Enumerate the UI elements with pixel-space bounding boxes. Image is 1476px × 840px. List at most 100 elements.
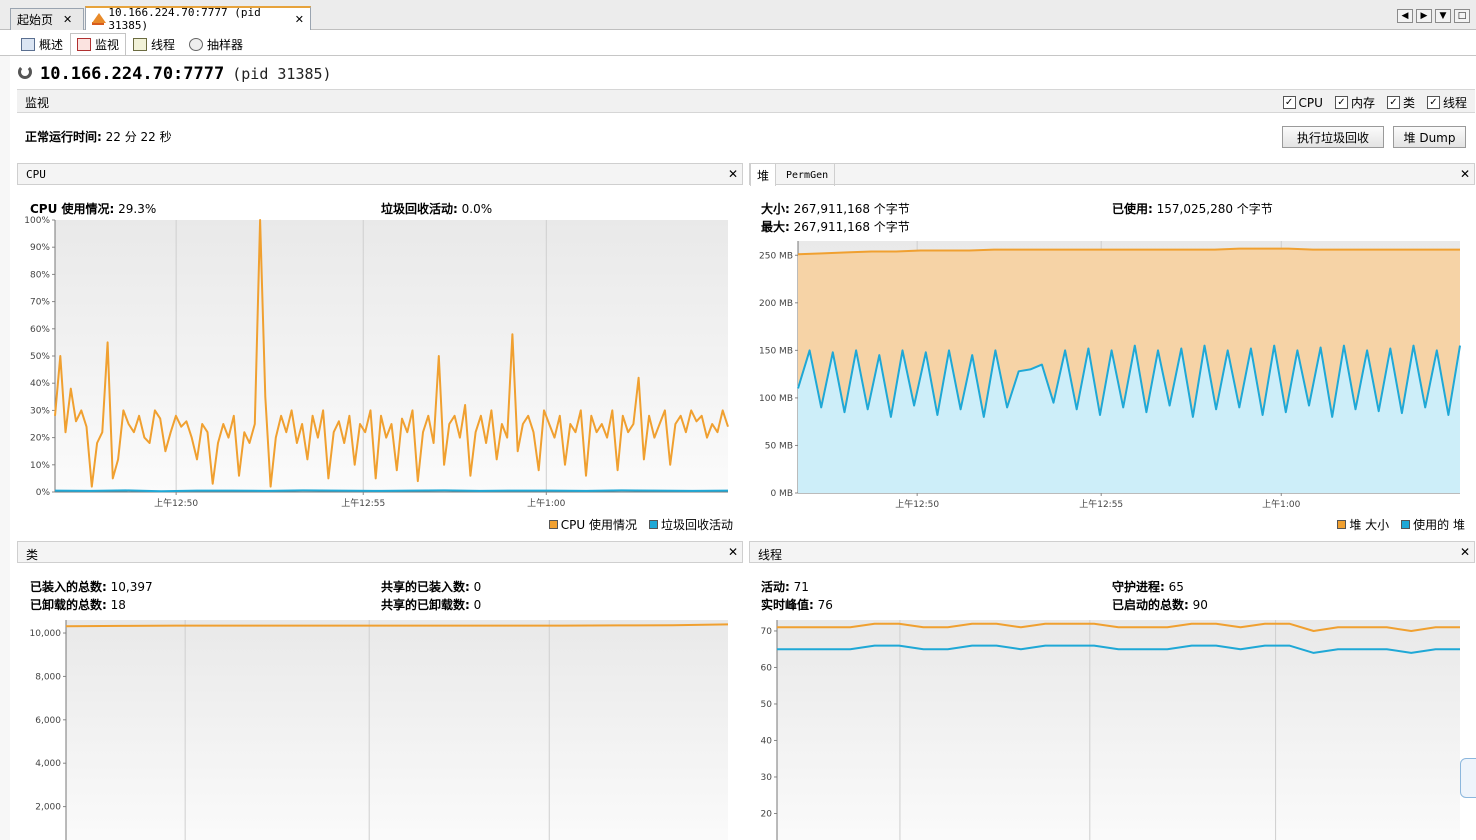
remote-support-icon[interactable] (1460, 758, 1476, 798)
shared-loaded-stat: 共享的已装入数: 0 (381, 578, 481, 595)
x-tick-label: 上午12:55 (1079, 498, 1123, 510)
cpu-panel: CPU ✕ CPU 使用情况: 29.3% 垃圾回收活动: 0.0% 100% 9… (17, 163, 743, 535)
gc-activity-label: 垃圾回收活动: (381, 202, 458, 216)
y-tick-label: 40% (30, 379, 50, 389)
host-address: 10.166.224.70:7777 (40, 64, 225, 84)
toggle-cpu[interactable]: ✓ CPU (1282, 94, 1323, 111)
tab-monitor-label: 监视 (95, 38, 120, 52)
chevron-down-icon[interactable]: ▼ (1435, 9, 1451, 23)
threads-peak-value: 76 (817, 598, 833, 612)
uptime: 正常运行时间: 22 分 22 秒 (25, 128, 172, 145)
gc-activity-value: 0.0% (461, 202, 493, 216)
cpu-chart: 100% 90% 80% 70% 60% 50% 40% 30% 20% 10% 0% 上午12:50… (24, 216, 729, 509)
x-tick-label: 上午1:00 (527, 497, 565, 509)
legend-item: 使用的 堆 (1401, 516, 1465, 533)
toggle-memory[interactable]: ✓ 内存 (1334, 94, 1375, 111)
y-tick-label: 6,000 (35, 716, 61, 726)
classes-chart: 10,000 8,000 6,000 4,000 2,000 (30, 620, 729, 840)
tab-threads[interactable]: 线程 (126, 33, 182, 55)
y-tick-label: 60 (761, 663, 773, 673)
cpu-panel-title: CPU (26, 168, 46, 181)
heap-panel-header: 堆 PermGen ✕ (749, 163, 1475, 186)
page-title: 10.166.224.70:7777 (pid 31385) (18, 64, 332, 84)
classes-loaded-label: 已装入的总数: (30, 580, 107, 594)
checkbox-checked-icon[interactable]: ✓ (1426, 96, 1440, 109)
y-tick-label: 10,000 (30, 629, 62, 639)
legend-item: 垃圾回收活动 (648, 516, 733, 533)
y-tick-label: 20% (30, 434, 50, 444)
checkbox-checked-icon[interactable]: ✓ (1282, 96, 1296, 109)
tab-start-page[interactable]: 起始页 ✕ (10, 8, 84, 30)
tab-heap[interactable]: 堆 (750, 164, 777, 186)
tab-monitor[interactable]: 监视 (70, 33, 127, 55)
y-tick-label: 50 (761, 700, 773, 710)
close-icon[interactable]: ✕ (1460, 167, 1470, 181)
heap-size-label: 大小: (761, 202, 790, 216)
x-tick-label: 上午12:50 (895, 498, 939, 510)
shared-unloaded-label: 共享的已卸载数: (381, 598, 470, 612)
threads-started-stat: 已启动的总数: 90 (1112, 596, 1208, 613)
close-icon[interactable]: ✕ (1460, 545, 1470, 559)
heap-max-label: 最大: (761, 220, 790, 234)
legend-cpu-usage: CPU 使用情况 (560, 518, 637, 532)
y-tick-label: 40 (761, 736, 773, 746)
tab-sampler[interactable]: 抽样器 (182, 33, 250, 55)
y-tick-label: 2,000 (35, 803, 61, 813)
y-tick-label: 100 MB (759, 394, 793, 404)
tab-overview[interactable]: 概述 (14, 33, 70, 55)
heap-dump-button[interactable]: 堆 Dump (1393, 126, 1466, 148)
heap-chart: 250 MB 200 MB 150 MB 100 MB 50 MB 0 MB 上午12:50… (759, 241, 1461, 510)
sampler-icon (189, 37, 204, 51)
checkbox-checked-icon[interactable]: ✓ (1386, 96, 1400, 109)
classes-panel-title: 类 (26, 548, 39, 562)
threads-panel-title: 线程 (758, 548, 783, 562)
x-tick-label: 上午12:50 (154, 497, 198, 509)
classes-unloaded-stat: 已卸载的总数: 18 (30, 596, 126, 613)
uptime-label: 正常运行时间: (25, 130, 102, 144)
y-tick-label: 100% (24, 216, 50, 226)
checkbox-checked-icon[interactable]: ✓ (1334, 96, 1348, 109)
y-tick-label: 8,000 (35, 672, 61, 682)
tab-overview-label: 概述 (39, 37, 64, 52)
tab-jvm-connection[interactable]: 10.166.224.70:7777 (pid 31385) ✕ (85, 6, 311, 32)
y-tick-label: 50 MB (765, 441, 793, 451)
heap-used-value: 157,025,280 个字节 (1156, 202, 1273, 216)
classes-panel-header: 类 ✕ (17, 541, 743, 563)
cpu-usage-label: CPU 使用情况: (30, 202, 115, 216)
threads-panel: 线程 ✕ 活动: 71 实时峰值: 76 守护进程: 65 已启动的总数: 90… (749, 541, 1475, 840)
tab-threads-label: 线程 (151, 37, 176, 52)
heap-size-stat: 大小: 267,911,168 个字节 (761, 200, 910, 217)
shared-unloaded-stat: 共享的已卸载数: 0 (381, 596, 481, 613)
threads-daemon-value: 65 (1168, 580, 1184, 594)
threads-chart: 70605040302010 (761, 620, 1460, 840)
close-icon[interactable]: ✕ (63, 13, 72, 26)
scroll-right-icon[interactable]: ▶ (1416, 9, 1432, 23)
y-tick-label: 20 (761, 809, 773, 819)
threads-live-label: 活动: (761, 580, 790, 594)
toggle-threads-label: 线程 (1442, 96, 1467, 110)
scroll-left-icon[interactable]: ◀ (1397, 9, 1413, 23)
y-tick-label: 70% (30, 298, 50, 308)
threads-peak-label: 实时峰值: (761, 598, 814, 612)
maximize-icon[interactable]: □ (1454, 9, 1470, 23)
shared-loaded-value: 0 (473, 580, 482, 594)
y-tick-label: 0 MB (770, 489, 793, 499)
close-icon[interactable]: ✕ (728, 545, 738, 559)
threads-live-value: 71 (793, 580, 809, 594)
perform-gc-button[interactable]: 执行垃圾回收 (1282, 126, 1384, 148)
y-tick-label: 70 (761, 627, 773, 637)
process-id: (pid 31385) (232, 65, 332, 83)
close-icon[interactable]: ✕ (295, 13, 304, 26)
toggle-classes[interactable]: ✓ 类 (1386, 94, 1415, 111)
tab-permgen[interactable]: PermGen (780, 164, 836, 186)
threads-icon (133, 37, 148, 51)
overview-icon (21, 37, 35, 51)
classes-loaded-stat: 已装入的总数: 10,397 (30, 578, 153, 595)
toggle-threads[interactable]: ✓ 线程 (1426, 94, 1467, 111)
plot-background (777, 620, 1460, 840)
close-icon[interactable]: ✕ (728, 167, 738, 181)
y-tick-label: 250 MB (759, 251, 793, 261)
heap-max-value: 267,911,168 个字节 (793, 220, 910, 234)
x-tick-label: 上午12:55 (341, 497, 385, 509)
monitor-label: 监视 (25, 96, 50, 110)
